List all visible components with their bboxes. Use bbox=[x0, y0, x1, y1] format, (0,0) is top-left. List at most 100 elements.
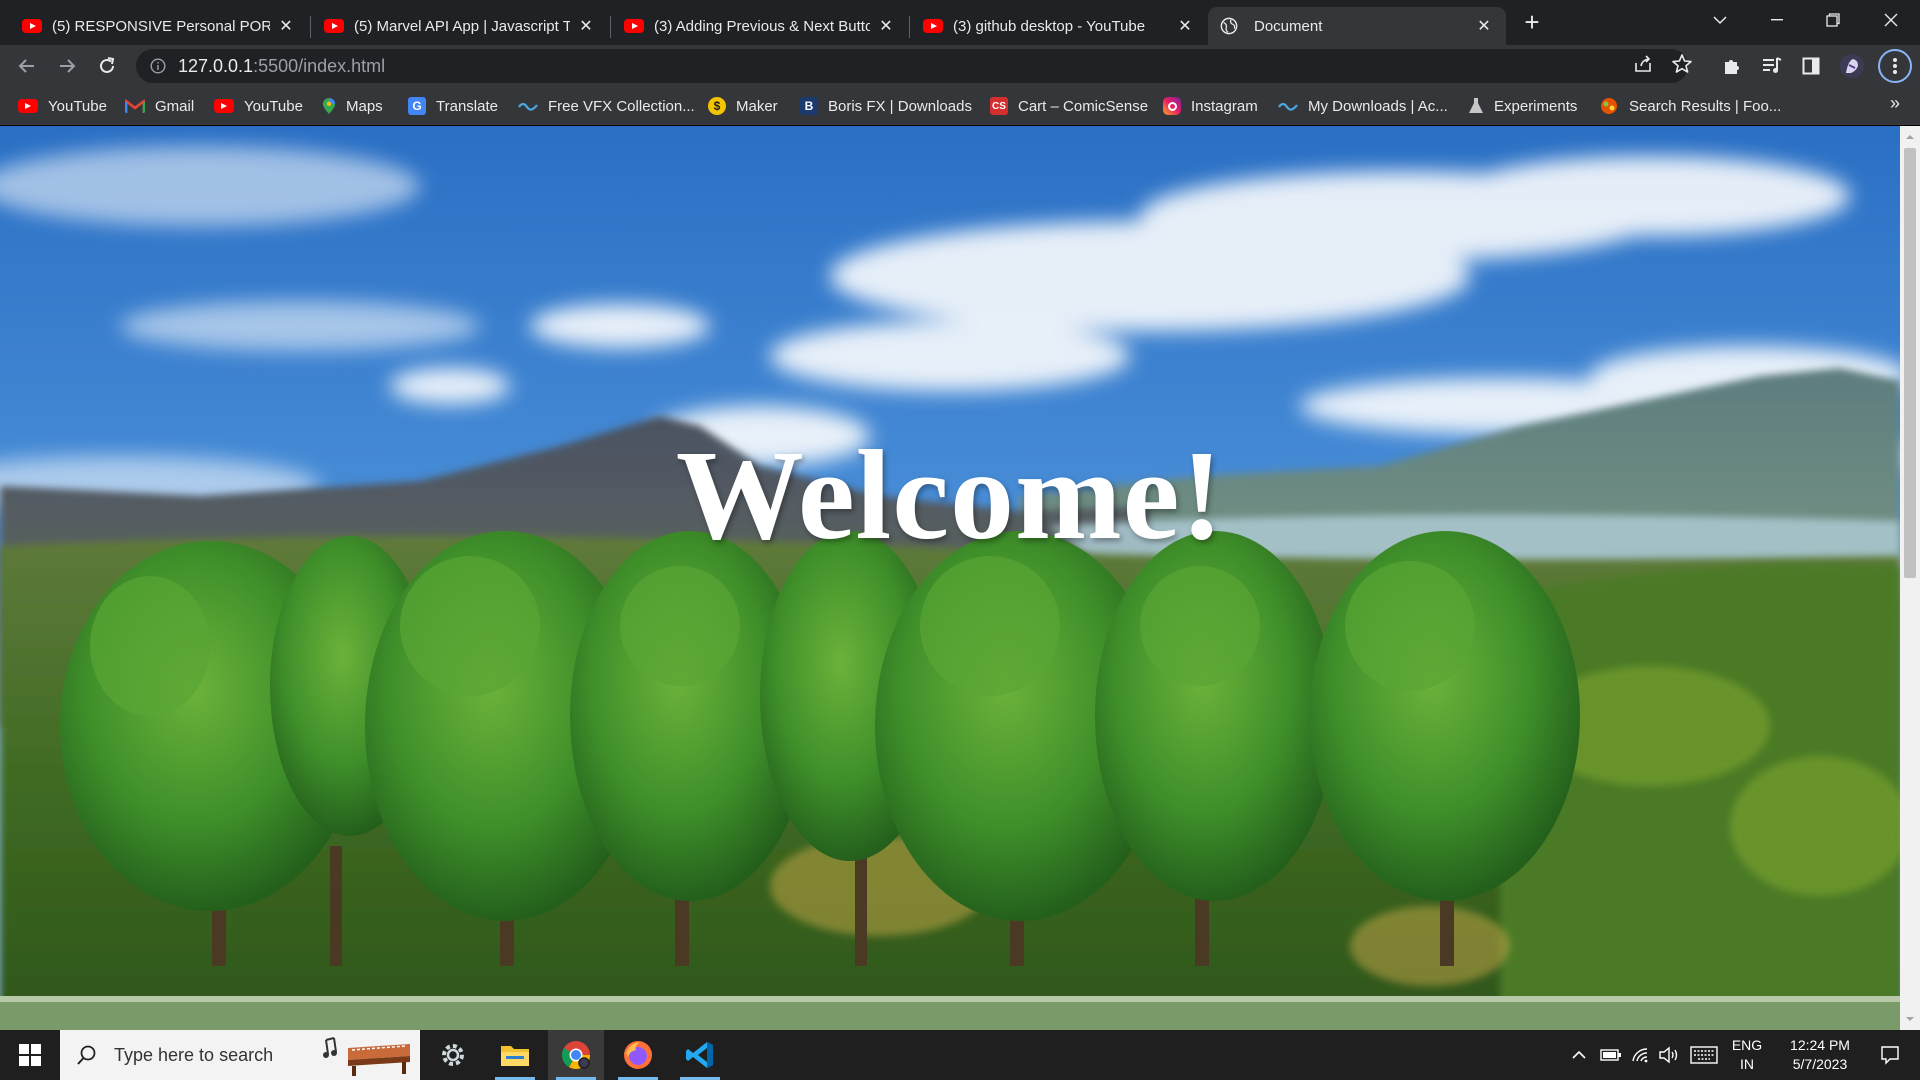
notification-center-icon[interactable] bbox=[1868, 1030, 1912, 1080]
bookmark-youtube-2[interactable]: YouTube bbox=[214, 95, 303, 117]
youtube-icon bbox=[624, 19, 644, 33]
more-bookmarks-chevron-icon[interactable]: » bbox=[1890, 93, 1900, 114]
scroll-up-arrow-icon[interactable] bbox=[1905, 132, 1915, 142]
close-tab-icon[interactable]: ✕ bbox=[1474, 16, 1494, 36]
vfx-icon bbox=[518, 102, 538, 111]
bookmarks-bar: YouTube Gmail YouTube Maps G Translate F… bbox=[0, 87, 1920, 125]
close-tab-icon[interactable]: ✕ bbox=[876, 16, 896, 36]
restore-icon[interactable] bbox=[1808, 0, 1858, 40]
bookmark-label: My Downloads | Ac... bbox=[1308, 97, 1448, 115]
start-button[interactable] bbox=[0, 1030, 60, 1080]
tab-3[interactable]: (3) Adding Previous & Next Button ✕ bbox=[612, 7, 908, 45]
wifi-icon[interactable] bbox=[1628, 1030, 1654, 1080]
close-tab-icon[interactable]: ✕ bbox=[276, 16, 296, 36]
clock-time: 12:24 PM bbox=[1790, 1037, 1850, 1053]
bookmark-youtube[interactable]: YouTube bbox=[18, 95, 107, 117]
close-window-icon[interactable] bbox=[1866, 0, 1916, 40]
bookmark-maps[interactable]: Maps bbox=[322, 95, 383, 117]
maps-icon bbox=[322, 98, 336, 114]
globe-icon bbox=[1220, 17, 1238, 35]
browser-toolbar: 127.0.0.1:5500/index.html bbox=[0, 45, 1920, 87]
forward-icon[interactable] bbox=[53, 52, 81, 80]
new-tab-plus-icon[interactable]: + bbox=[1518, 7, 1546, 37]
page-scrollbar[interactable] bbox=[1900, 126, 1920, 1030]
url-text: 127.0.0.1:5500/index.html bbox=[178, 56, 385, 77]
bookmark-label: Search Results | Foo... bbox=[1629, 97, 1782, 115]
chrome-icon[interactable] bbox=[548, 1030, 604, 1080]
touch-keyboard-icon[interactable] bbox=[1688, 1030, 1720, 1080]
tab-5-active[interactable]: Document ✕ bbox=[1208, 7, 1506, 45]
bookmark-label: YouTube bbox=[244, 97, 303, 115]
bookmark-label: Maps bbox=[346, 97, 383, 115]
back-icon[interactable] bbox=[13, 52, 41, 80]
tab-title: (5) RESPONSIVE Personal PORTFOLIO bbox=[52, 17, 270, 35]
profile-avatar[interactable] bbox=[1839, 53, 1865, 79]
tab-title: (3) Adding Previous & Next Button bbox=[654, 17, 870, 35]
search-placeholder: Type here to search bbox=[114, 1044, 274, 1065]
youtube-icon bbox=[18, 99, 38, 113]
maker-icon: $ bbox=[708, 97, 726, 115]
close-tab-icon[interactable]: ✕ bbox=[1175, 16, 1195, 36]
show-hidden-icons-chevron-icon[interactable] bbox=[1568, 1030, 1590, 1080]
site-info-icon[interactable] bbox=[150, 58, 166, 74]
bookmark-my-downloads[interactable]: My Downloads | Ac... bbox=[1278, 95, 1448, 117]
battery-icon[interactable] bbox=[1597, 1030, 1625, 1080]
bookmark-label: Free VFX Collection... bbox=[548, 97, 695, 115]
instagram-icon bbox=[1163, 97, 1181, 115]
taskbar-clock[interactable]: 12:24 PM 5/7/2023 bbox=[1775, 1036, 1865, 1074]
borisfx-icon: B bbox=[800, 97, 818, 115]
youtube-icon bbox=[923, 19, 943, 33]
bookmark-boris-fx[interactable]: B Boris FX | Downloads bbox=[800, 95, 972, 117]
bookmark-maker[interactable]: $ Maker bbox=[708, 95, 778, 117]
taskbar-search-box[interactable]: Type here to search bbox=[60, 1030, 420, 1080]
close-tab-icon[interactable]: ✕ bbox=[576, 16, 596, 36]
bookmark-label: YouTube bbox=[48, 97, 107, 115]
bookmark-label: Cart – ComicSense bbox=[1018, 97, 1149, 115]
background-landscape-image bbox=[0, 126, 1900, 1030]
extensions-puzzle-icon[interactable] bbox=[1719, 53, 1745, 79]
settings-icon[interactable] bbox=[425, 1030, 481, 1080]
bookmark-search-results[interactable]: Search Results | Foo... bbox=[1599, 95, 1781, 117]
bookmark-label: Boris FX | Downloads bbox=[828, 97, 972, 115]
food-icon bbox=[1601, 98, 1617, 114]
minimize-icon[interactable] bbox=[1752, 0, 1802, 40]
tab-2[interactable]: (5) Marvel API App | Javascript Tutorial… bbox=[312, 7, 608, 45]
volume-icon[interactable] bbox=[1656, 1030, 1682, 1080]
file-explorer-icon[interactable] bbox=[487, 1030, 543, 1080]
bookmark-star-icon[interactable] bbox=[1671, 53, 1693, 75]
bookmark-translate[interactable]: G Translate bbox=[408, 95, 498, 117]
media-control-icon[interactable] bbox=[1759, 53, 1785, 79]
bookmark-comicsense[interactable]: CS Cart – ComicSense bbox=[990, 95, 1148, 117]
reload-icon[interactable] bbox=[93, 52, 121, 80]
bookmark-experiments[interactable]: Experiments bbox=[1468, 95, 1577, 117]
scroll-down-arrow-icon[interactable] bbox=[1905, 1014, 1915, 1024]
page-viewport: Welcome! bbox=[0, 126, 1900, 1030]
bookmark-gmail[interactable]: Gmail bbox=[125, 95, 194, 117]
windows-taskbar: Type here to search ENG IN 12:24 PM 5/7/… bbox=[0, 1030, 1920, 1080]
bookmark-label: Experiments bbox=[1494, 97, 1578, 115]
share-icon[interactable] bbox=[1632, 53, 1654, 75]
tab-search-chevron-icon[interactable] bbox=[1695, 0, 1745, 40]
input-language-indicator[interactable]: ENG IN bbox=[1727, 1036, 1767, 1074]
vfx-icon bbox=[1278, 102, 1298, 111]
chrome-menu-icon[interactable] bbox=[1878, 49, 1912, 83]
firefox-icon[interactable] bbox=[610, 1030, 666, 1080]
language-code: ENG bbox=[1731, 1037, 1763, 1053]
bookmark-free-vfx[interactable]: Free VFX Collection... bbox=[518, 95, 695, 117]
vscode-icon[interactable] bbox=[672, 1030, 728, 1080]
tab-title: (5) Marvel API App | Javascript Tutorial bbox=[354, 17, 570, 35]
tab-1[interactable]: (5) RESPONSIVE Personal PORTFOLIO ✕ bbox=[10, 7, 308, 45]
tab-title: Document bbox=[1254, 17, 1323, 35]
tab-title: (3) github desktop - YouTube bbox=[953, 17, 1146, 35]
windows-logo-icon bbox=[19, 1044, 41, 1066]
url-path: :5500/index.html bbox=[253, 55, 386, 76]
tab-4[interactable]: (3) github desktop - YouTube ✕ bbox=[911, 7, 1207, 45]
welcome-heading: Welcome! bbox=[675, 424, 1225, 566]
address-bar[interactable]: 127.0.0.1:5500/index.html bbox=[136, 49, 1688, 83]
bookmark-label: Gmail bbox=[155, 97, 195, 115]
bookmark-label: Maker bbox=[736, 97, 778, 115]
search-icon bbox=[77, 1045, 96, 1065]
bookmark-instagram[interactable]: Instagram bbox=[1163, 95, 1258, 117]
side-panel-icon[interactable] bbox=[1798, 53, 1824, 79]
scroll-thumb[interactable] bbox=[1904, 148, 1916, 578]
